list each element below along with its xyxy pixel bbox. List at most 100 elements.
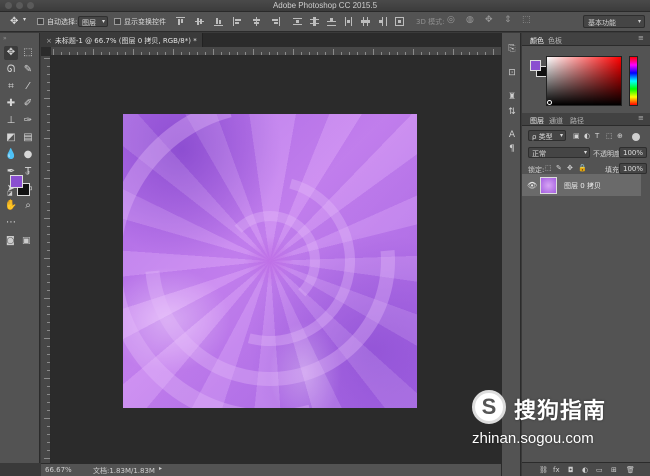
status-menu-icon[interactable]: ▸ — [159, 465, 162, 472]
slide-3d-icon[interactable]: ⇕ — [504, 15, 512, 25]
panel-menu-icon[interactable]: ≡ — [638, 114, 644, 122]
filter-shape-icon[interactable]: ⬚ — [606, 132, 613, 140]
fill-field[interactable]: 100% — [619, 163, 647, 174]
ruler-tick — [47, 362, 50, 363]
vertical-ruler[interactable] — [41, 56, 51, 463]
filter-pixel-icon[interactable]: ▣ — [573, 132, 580, 140]
distribute-vertical-center-icon[interactable] — [310, 17, 319, 26]
tab-swatches[interactable]: 色板 — [548, 36, 562, 46]
layer-filter-dropdown[interactable]: ρ 类型 ▾ — [528, 130, 566, 141]
tab-layers[interactable]: 图层 — [530, 116, 544, 126]
clone-stamp-tool-icon[interactable]: ⊥ — [4, 114, 18, 128]
filter-toggle-icon[interactable] — [632, 133, 640, 141]
ruler-tick — [293, 49, 294, 55]
eyedropper-tool-icon[interactable]: ⁄ — [21, 80, 35, 94]
align-left-icon[interactable] — [233, 17, 242, 26]
dodge-tool-icon[interactable]: ● — [21, 148, 35, 162]
lock-position-icon[interactable]: ✥ — [567, 164, 573, 172]
align-horizontal-center-icon[interactable] — [252, 17, 261, 26]
quick-select-tool-icon[interactable]: ✎ — [21, 63, 35, 77]
marquee-tool-icon[interactable]: ⬚ — [21, 46, 35, 60]
adjustments-panel-icon[interactable]: ♜ — [506, 91, 518, 103]
zoom-tool-icon[interactable]: ⌕ — [21, 199, 35, 213]
document-canvas[interactable] — [123, 114, 417, 408]
distribute-right-icon[interactable] — [378, 17, 387, 26]
roll-3d-icon[interactable]: ◍ — [466, 15, 474, 25]
distribute-top-icon[interactable] — [293, 17, 302, 26]
panel-foreground-swatch[interactable] — [530, 60, 541, 71]
ruler-tick — [47, 210, 50, 211]
close-tab-icon[interactable]: × — [46, 37, 52, 45]
zoom-level[interactable]: 66.67% — [45, 466, 72, 474]
libraries-panel-icon[interactable]: ⇅ — [506, 106, 518, 118]
color-picker-field[interactable] — [546, 56, 622, 106]
gradient-tool-icon[interactable]: ▤ — [21, 131, 35, 145]
blur-tool-icon[interactable]: 💧 — [4, 148, 18, 162]
distribute-left-icon[interactable] — [344, 17, 353, 26]
align-top-icon[interactable] — [176, 17, 185, 26]
hand-tool-icon[interactable]: ✋ — [4, 199, 18, 213]
history-brush-tool-icon[interactable]: ✑ — [21, 114, 35, 128]
workspace-value: 基本功能 — [588, 19, 616, 27]
auto-select-checkbox[interactable] — [37, 18, 44, 25]
show-transform-checkbox[interactable] — [114, 18, 121, 25]
foreground-color-swatch[interactable] — [10, 175, 23, 188]
mode-3d-label: 3D 模式: — [416, 18, 445, 26]
ruler-tick — [44, 178, 50, 179]
layer-row[interactable]: 👁 图层 0 拷贝 — [522, 174, 641, 196]
crop-tool-icon[interactable]: ⌗ — [4, 80, 18, 94]
align-right-icon[interactable] — [271, 17, 280, 26]
swap-colors-icon[interactable]: ↺ — [25, 170, 30, 177]
document-tab[interactable]: × 未标题-1 @ 66.7% (图层 0 拷贝, RGB/8*) * — [41, 33, 203, 47]
auto-select-dropdown[interactable]: 图层 ▾ — [78, 16, 108, 27]
collapse-panel-icon[interactable]: » — [3, 35, 7, 42]
quick-mask-icon[interactable]: ◙ — [6, 236, 15, 246]
align-vertical-center-icon[interactable] — [195, 17, 204, 26]
default-colors-icon[interactable]: ◪ — [7, 190, 13, 197]
distribute-bottom-icon[interactable] — [327, 17, 336, 26]
ruler-tick — [413, 49, 414, 55]
tab-color[interactable]: 颜色 — [530, 36, 544, 46]
opacity-field[interactable]: 100% — [619, 147, 647, 158]
document-info[interactable]: 文档:1.83M/1.83M — [93, 466, 155, 476]
healing-brush-tool-icon[interactable]: ✚ — [4, 97, 18, 111]
move-tool-icon[interactable]: ✥ — [10, 16, 18, 27]
tab-channels[interactable]: 通道 — [549, 116, 563, 126]
auto-align-icon[interactable] — [395, 17, 404, 26]
more-tools-icon[interactable]: ⋯ — [4, 216, 18, 230]
filter-smart-object-icon[interactable]: ⊕ — [617, 132, 623, 140]
filter-adjustment-icon[interactable]: ◐ — [584, 132, 590, 140]
properties-panel-icon[interactable]: ⊡ — [506, 67, 518, 79]
layer-name[interactable]: 图层 0 拷贝 — [564, 181, 601, 191]
chevron-down-icon: ▾ — [559, 132, 563, 139]
align-bottom-icon[interactable] — [214, 17, 223, 26]
paragraph-panel-icon[interactable]: ¶ — [506, 143, 518, 155]
eye-icon[interactable]: 👁 — [527, 181, 537, 190]
rotate-3d-icon[interactable]: ◎ — [447, 15, 455, 25]
drag-3d-icon[interactable]: ✥ — [485, 15, 493, 25]
blend-mode-dropdown[interactable]: 正常 ▾ — [528, 147, 590, 158]
layer-filter-value: ρ 类型 — [532, 133, 553, 141]
brush-tool-icon[interactable]: ✐ — [21, 97, 35, 111]
hue-slider[interactable] — [629, 56, 638, 106]
tab-paths[interactable]: 路径 — [570, 116, 584, 126]
filter-type-icon[interactable]: T — [595, 132, 599, 140]
lock-all-icon[interactable]: 🔒 — [578, 164, 587, 172]
ruler-tick — [221, 52, 222, 55]
distribute-horizontal-center-icon[interactable] — [361, 17, 370, 26]
history-panel-icon[interactable]: ⎘ — [506, 43, 518, 55]
horizontal-ruler[interactable] — [51, 47, 501, 56]
lasso-tool-icon[interactable]: ᘏ — [4, 63, 18, 77]
panel-menu-icon[interactable]: ≡ — [638, 34, 644, 42]
lock-transparent-icon[interactable]: ⬚ — [545, 164, 552, 172]
lock-image-icon[interactable]: ✎ — [556, 164, 562, 172]
eraser-tool-icon[interactable]: ◩ — [4, 131, 18, 145]
tool-preset-chevron-icon[interactable]: ▾ — [23, 16, 26, 23]
workspace-dropdown[interactable]: 基本功能 ▾ — [583, 15, 645, 28]
screen-mode-icon[interactable]: ▣ — [22, 236, 31, 246]
move-tool-icon[interactable]: ✥ — [4, 46, 18, 60]
sogou-logo-icon: S — [472, 390, 506, 424]
scale-3d-icon[interactable]: ⬚ — [522, 15, 531, 25]
character-panel-icon[interactable]: A — [506, 129, 518, 141]
ruler-tick — [47, 290, 50, 291]
